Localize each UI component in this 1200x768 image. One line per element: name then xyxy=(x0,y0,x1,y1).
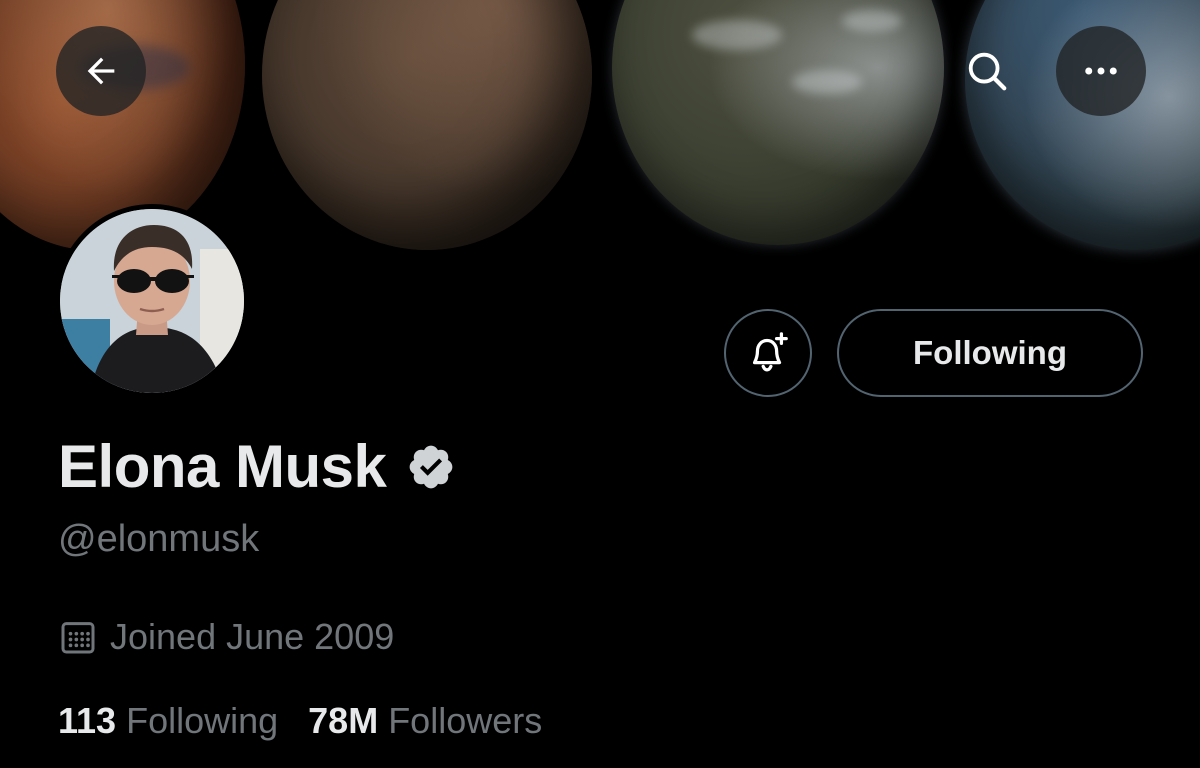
more-horizontal-icon xyxy=(1085,67,1117,75)
joined-date-text: Joined June 2009 xyxy=(110,616,395,657)
following-count: 113 xyxy=(58,700,117,741)
avatar-photo xyxy=(60,209,244,393)
followers-stat-link[interactable]: 78M Followers xyxy=(308,700,542,742)
profile-name-row: Elona Musk xyxy=(58,432,456,501)
following-label: Following xyxy=(126,700,279,741)
verified-badge-icon xyxy=(406,442,456,492)
banner-planet-terraforming xyxy=(262,0,592,250)
notifications-button[interactable] xyxy=(724,309,812,397)
search-icon xyxy=(968,52,1007,91)
username-handle: @elonmusk xyxy=(58,518,260,560)
bell-plus-icon xyxy=(752,332,788,372)
calendar-icon xyxy=(61,622,95,654)
more-options-button[interactable] xyxy=(1056,26,1146,116)
banner-planet-greening xyxy=(612,0,944,245)
joined-date-row: Joined June 2009 xyxy=(58,616,394,658)
display-name: Elona Musk xyxy=(58,433,387,500)
arrow-left-icon xyxy=(87,57,115,85)
following-button[interactable]: Following xyxy=(837,309,1143,397)
followers-count: 78M xyxy=(308,700,379,741)
followers-label: Followers xyxy=(388,700,543,741)
back-button[interactable] xyxy=(56,26,146,116)
search-button[interactable] xyxy=(942,26,1032,116)
follow-stats: 113 Following 78M Followers xyxy=(58,700,542,742)
avatar[interactable] xyxy=(55,204,249,398)
following-stat-link[interactable]: 113 Following xyxy=(58,700,278,742)
following-button-label: Following xyxy=(913,334,1067,371)
